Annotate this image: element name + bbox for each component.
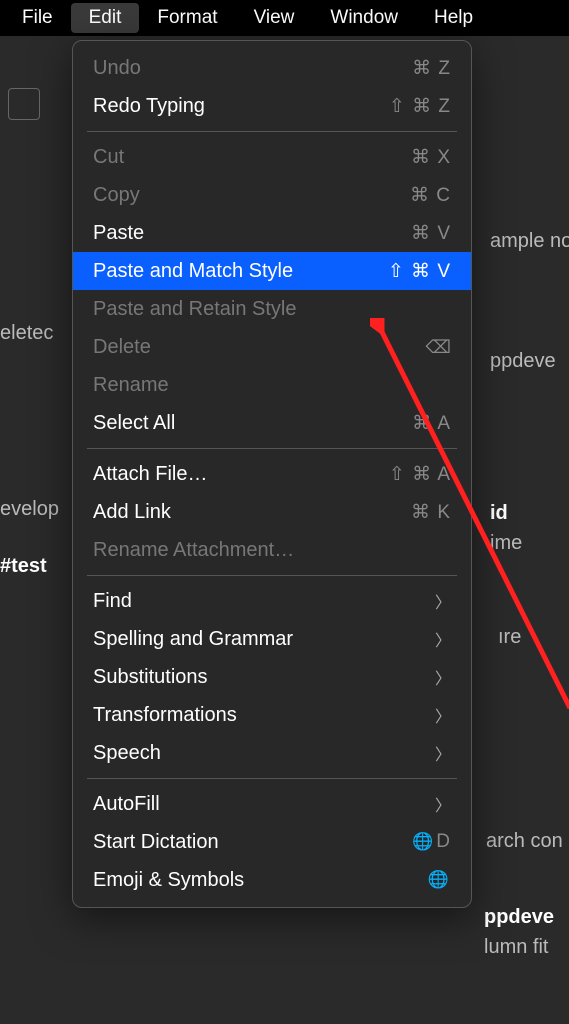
menu-spelling[interactable]: Spelling and Grammar 〉 xyxy=(73,620,471,658)
menu-label: Attach File… xyxy=(93,463,207,486)
bg-text: arch con xyxy=(486,830,563,853)
menu-speech[interactable]: Speech 〉 xyxy=(73,734,471,772)
menu-add-link[interactable]: Add Link ⌘ K xyxy=(73,493,471,531)
menu-help[interactable]: Help xyxy=(416,3,491,33)
menu-label: Copy xyxy=(93,184,140,207)
shortcut: ⌘ C xyxy=(410,184,451,207)
menu-label: Rename xyxy=(93,374,169,397)
edit-dropdown-menu: Undo ⌘ Z Redo Typing ⇧ ⌘ Z Cut ⌘ X Copy … xyxy=(72,40,472,908)
menu-label: Delete xyxy=(93,336,151,359)
shortcut: ⌘ A xyxy=(412,412,451,435)
menu-rename-attachment: Rename Attachment… xyxy=(73,531,471,569)
menu-rename: Rename xyxy=(73,366,471,404)
menu-label: AutoFill xyxy=(93,793,160,816)
menu-label: Start Dictation xyxy=(93,831,219,854)
shortcut: ⇧ ⌘ Z xyxy=(389,95,451,118)
chevron-right-icon: 〉 xyxy=(435,665,451,689)
shortcut: ⇧ ⌘ V xyxy=(388,260,451,283)
backspace-icon: ⌫ xyxy=(426,337,451,358)
bg-text: evelop xyxy=(0,498,59,521)
menu-paste-match-style[interactable]: Paste and Match Style ⇧ ⌘ V xyxy=(73,252,471,290)
separator xyxy=(87,778,457,779)
menu-undo: Undo ⌘ Z xyxy=(73,49,471,87)
bg-text: ime xyxy=(490,532,522,555)
menu-label: Transformations xyxy=(93,704,237,727)
menu-label: Substitutions xyxy=(93,666,208,689)
menu-select-all[interactable]: Select All ⌘ A xyxy=(73,404,471,442)
shortcut: ⌘ V xyxy=(411,222,451,245)
bg-text: id xyxy=(490,502,508,525)
menu-label: Speech xyxy=(93,742,161,765)
menu-file[interactable]: File xyxy=(4,3,71,33)
menu-redo[interactable]: Redo Typing ⇧ ⌘ Z xyxy=(73,87,471,125)
globe-icon: 🌐 xyxy=(412,832,434,851)
separator xyxy=(87,131,457,132)
menu-label: Paste and Match Style xyxy=(93,260,293,283)
shortcut: 🌐D xyxy=(412,831,451,853)
bg-text: #test xyxy=(0,555,47,578)
menu-autofill[interactable]: AutoFill 〉 xyxy=(73,785,471,823)
menu-emoji-symbols[interactable]: Emoji & Symbols 🌐 xyxy=(73,861,471,899)
menu-format[interactable]: Format xyxy=(139,3,235,33)
chevron-right-icon: 〉 xyxy=(435,589,451,613)
menu-substitutions[interactable]: Substitutions 〉 xyxy=(73,658,471,696)
menu-edit[interactable]: Edit xyxy=(71,3,140,33)
globe-icon: 🌐 xyxy=(428,870,449,890)
menu-label: Select All xyxy=(93,412,175,435)
menu-label: Cut xyxy=(93,146,124,169)
bg-text: ppdeve xyxy=(484,906,554,929)
bg-text: ample no xyxy=(490,230,569,253)
menu-label: Rename Attachment… xyxy=(93,539,294,562)
bg-text: ppdeve xyxy=(490,350,556,373)
menu-delete: Delete ⌫ xyxy=(73,328,471,366)
menubar: File Edit Format View Window Help xyxy=(0,0,569,36)
chevron-right-icon: 〉 xyxy=(435,703,451,727)
separator xyxy=(87,448,457,449)
menu-attach-file[interactable]: Attach File… ⇧ ⌘ A xyxy=(73,455,471,493)
menu-label: Add Link xyxy=(93,501,171,524)
separator xyxy=(87,575,457,576)
toolbar-button[interactable] xyxy=(8,88,40,120)
menu-paste[interactable]: Paste ⌘ V xyxy=(73,214,471,252)
shortcut: ⌘ X xyxy=(411,146,451,169)
chevron-right-icon: 〉 xyxy=(435,792,451,816)
menu-window[interactable]: Window xyxy=(312,3,416,33)
shortcut: ⇧ ⌘ A xyxy=(389,463,451,486)
menu-label: Paste xyxy=(93,222,144,245)
menu-label: Spelling and Grammar xyxy=(93,628,293,651)
menu-find[interactable]: Find 〉 xyxy=(73,582,471,620)
menu-label: Redo Typing xyxy=(93,95,205,118)
shortcut: ⌘ K xyxy=(411,501,451,524)
menu-copy: Copy ⌘ C xyxy=(73,176,471,214)
bg-text: ıre xyxy=(498,626,521,649)
menu-label: Undo xyxy=(93,57,141,80)
bg-text: eletec xyxy=(0,322,53,345)
menu-label: Paste and Retain Style xyxy=(93,298,296,321)
menu-start-dictation[interactable]: Start Dictation 🌐D xyxy=(73,823,471,861)
menu-view[interactable]: View xyxy=(236,3,313,33)
bg-text: lumn fit xyxy=(484,936,548,959)
menu-paste-retain-style: Paste and Retain Style xyxy=(73,290,471,328)
shortcut: ⌘ Z xyxy=(412,57,451,80)
menu-label: Emoji & Symbols xyxy=(93,869,244,892)
menu-label: Find xyxy=(93,590,132,613)
menu-transformations[interactable]: Transformations 〉 xyxy=(73,696,471,734)
menu-cut: Cut ⌘ X xyxy=(73,138,471,176)
chevron-right-icon: 〉 xyxy=(435,741,451,765)
chevron-right-icon: 〉 xyxy=(435,627,451,651)
